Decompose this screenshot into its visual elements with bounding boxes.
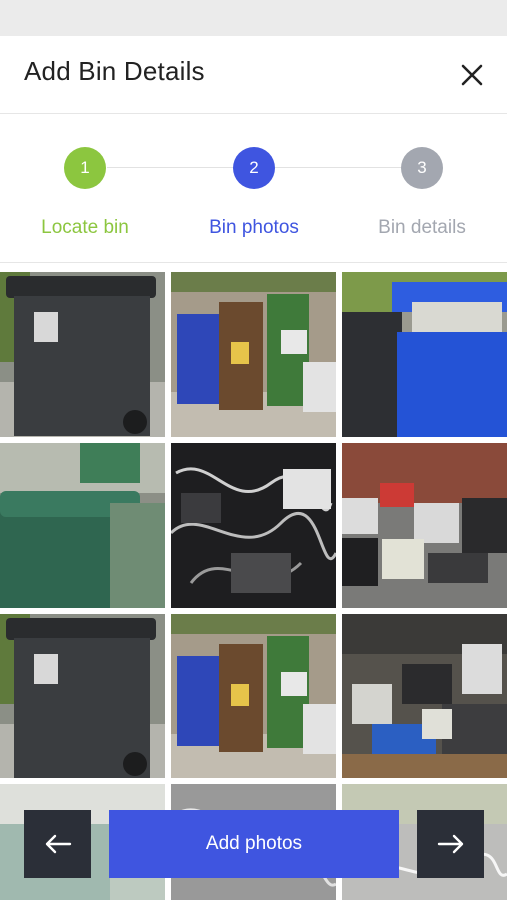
progress-stepper: 1 Locate bin 2 Bin photos 3 Bin details bbox=[0, 115, 507, 263]
step-number-badge: 1 bbox=[64, 147, 106, 189]
photo-thumbnail[interactable] bbox=[171, 443, 336, 608]
close-button[interactable] bbox=[455, 58, 489, 92]
photo-thumbnail[interactable] bbox=[0, 272, 165, 437]
add-photos-button[interactable]: Add photos bbox=[109, 810, 399, 878]
photo-thumbnail[interactable] bbox=[0, 614, 165, 778]
step-number-badge: 2 bbox=[233, 147, 275, 189]
photo-thumbnail[interactable] bbox=[0, 443, 165, 608]
header: Add Bin Details bbox=[0, 36, 507, 114]
bottom-action-bar: Add photos bbox=[0, 810, 507, 878]
close-icon bbox=[461, 64, 483, 86]
arrow-left-icon bbox=[45, 834, 71, 854]
step-locate-bin[interactable]: 1 Locate bin bbox=[10, 147, 160, 239]
photo-grid bbox=[0, 272, 507, 900]
arrow-right-icon bbox=[437, 834, 463, 854]
photo-thumbnail[interactable] bbox=[171, 272, 336, 437]
status-bar bbox=[0, 0, 507, 36]
step-label: Bin photos bbox=[209, 217, 299, 238]
step-bin-details[interactable]: 3 Bin details bbox=[347, 147, 497, 239]
photo-thumbnail[interactable] bbox=[342, 272, 507, 437]
step-label: Locate bin bbox=[41, 217, 129, 238]
step-bin-photos[interactable]: 2 Bin photos bbox=[179, 147, 329, 239]
next-button[interactable] bbox=[417, 810, 484, 878]
photo-thumbnail[interactable] bbox=[171, 614, 336, 778]
photo-thumbnail[interactable] bbox=[342, 614, 507, 778]
back-button[interactable] bbox=[24, 810, 91, 878]
page-title: Add Bin Details bbox=[24, 56, 205, 86]
step-label: Bin details bbox=[378, 217, 466, 238]
step-number-badge: 3 bbox=[401, 147, 443, 189]
photo-thumbnail[interactable] bbox=[342, 443, 507, 608]
